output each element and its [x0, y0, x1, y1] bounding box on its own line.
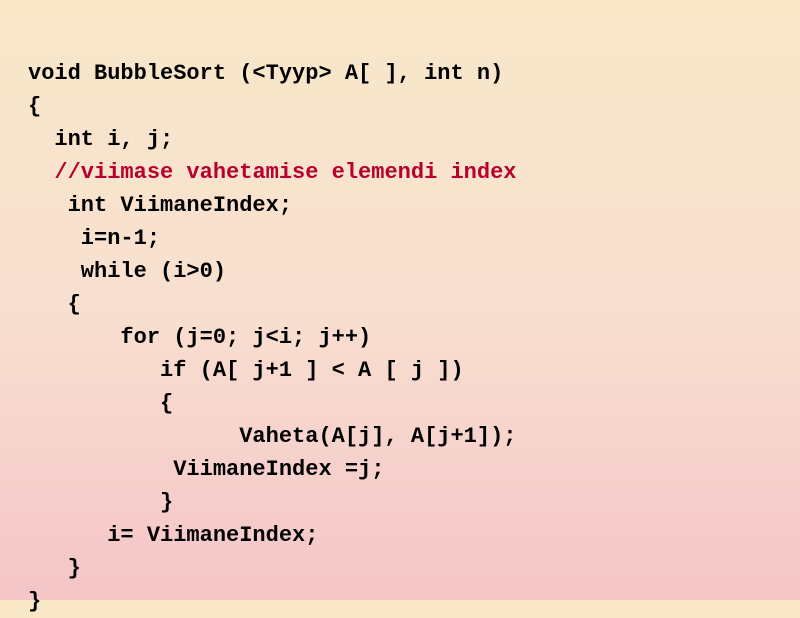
code-line-17: }	[28, 589, 41, 614]
code-line-6: i=n-1;	[28, 226, 160, 251]
code-line-9: for (j=0; j<i; j++)	[28, 325, 371, 350]
code-line-7: while (i>0)	[28, 259, 226, 284]
code-line-16: }	[28, 556, 81, 581]
code-block: void BubbleSort (<Tyyp> A[ ], int n) { i…	[28, 24, 772, 618]
code-line-1: void BubbleSort (<Tyyp> A[ ], int n)	[28, 61, 503, 86]
code-line-2: {	[28, 94, 41, 119]
code-line-5: int ViimaneIndex;	[28, 193, 292, 218]
code-comment: //viimase vahetamise elemendi index	[54, 160, 516, 185]
code-line-12: Vaheta(A[j], A[j+1]);	[28, 424, 516, 449]
code-line-14: }	[28, 490, 173, 515]
code-line-3: int i, j;	[28, 127, 173, 152]
code-line-10: if (A[ j+1 ] < A [ j ])	[28, 358, 464, 383]
code-line-13: ViimaneIndex =j;	[28, 457, 384, 482]
code-line-15: i= ViimaneIndex;	[28, 523, 318, 548]
code-line-11: {	[28, 391, 173, 416]
code-line-8: {	[28, 292, 81, 317]
code-line-4-prefix	[28, 160, 54, 185]
